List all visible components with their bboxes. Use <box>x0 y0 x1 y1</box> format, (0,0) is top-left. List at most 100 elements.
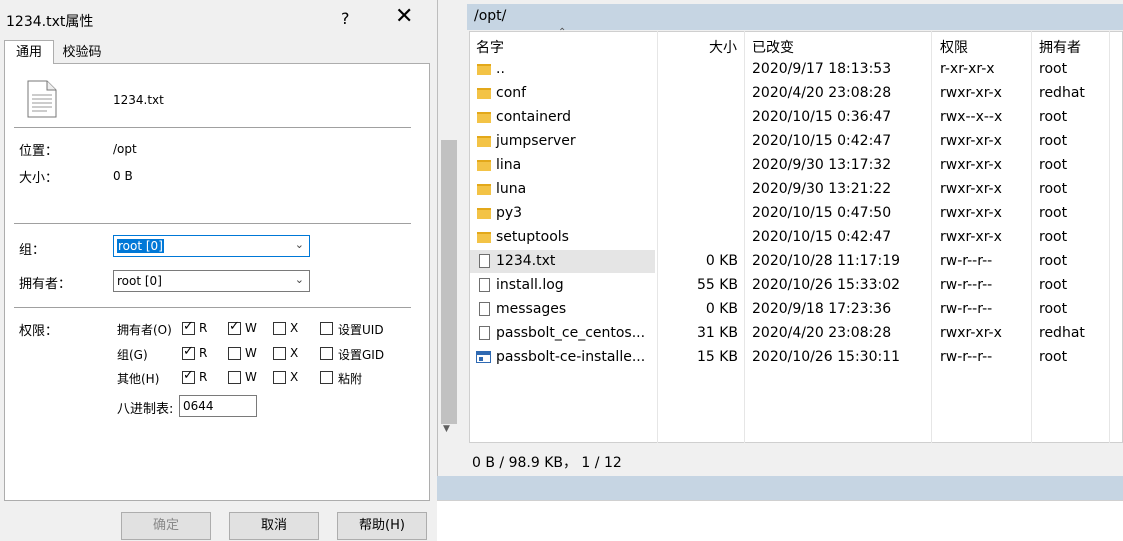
file-permissions-cell: rwxr-xr-x <box>940 85 1002 101</box>
separator <box>14 127 411 128</box>
octal-input[interactable]: 0644 <box>179 395 257 417</box>
perm-owner-special-checkbox[interactable] <box>320 322 333 335</box>
octal-label: 八进制表: <box>117 402 174 417</box>
perm-owner-x-checkbox[interactable] <box>273 322 286 335</box>
perm-w-label: W <box>245 321 257 335</box>
file-owner-cell: root <box>1039 301 1068 317</box>
folder-icon <box>477 160 491 171</box>
perm-row-owner-label: 拥有者(O) <box>117 323 172 337</box>
perm-r-label: R <box>199 346 208 360</box>
scrollbar-thumb[interactable] <box>441 140 457 424</box>
file-permissions-cell: rw-r--r-- <box>940 301 993 317</box>
perm-x-label: X <box>290 370 299 384</box>
file-owner-cell: root <box>1039 205 1068 221</box>
folder-icon <box>477 136 491 147</box>
tab-checksum[interactable]: 校验码 <box>54 43 110 63</box>
file-owner-cell: root <box>1039 61 1068 77</box>
file-size-cell: 0 KB <box>705 253 738 269</box>
perm-row-other-label: 其他(H) <box>117 372 160 386</box>
location-value: /opt <box>113 142 137 156</box>
file-name-cell[interactable]: containerd <box>496 109 571 125</box>
checkmark-icon: ✓ <box>183 368 194 383</box>
file-owner-cell: root <box>1039 253 1068 269</box>
file-changed-cell: 2020/10/26 15:33:02 <box>752 277 901 293</box>
size-label: 大小： <box>19 171 59 186</box>
perm-group-w-checkbox[interactable] <box>228 347 241 360</box>
file-changed-cell: 2020/4/20 23:08:28 <box>752 325 892 341</box>
file-changed-cell: 2020/10/26 15:30:11 <box>752 349 901 365</box>
column-divider <box>744 31 745 443</box>
perm-x-label: X <box>290 321 299 335</box>
column-divider <box>657 31 658 443</box>
scroll-down-icon[interactable]: ▼ <box>443 424 450 434</box>
perm-other-w-checkbox[interactable] <box>228 371 241 384</box>
file-name-cell[interactable]: 1234.txt <box>496 253 555 269</box>
file-owner-cell: root <box>1039 277 1068 293</box>
file-owner-cell: root <box>1039 157 1068 173</box>
text-file-icon <box>479 278 490 292</box>
file-permissions-cell: rw-r--r-- <box>940 277 993 293</box>
column-header-permissions[interactable]: 权限 <box>940 37 968 57</box>
file-permissions-cell: rw-r--r-- <box>940 349 993 365</box>
column-header-changed[interactable]: 已改变 <box>752 37 794 57</box>
owner-select[interactable]: root [0] ⌄ <box>113 270 310 292</box>
sort-ascending-icon: ⌃ <box>558 27 567 38</box>
perm-row-group-label: 组(G) <box>117 348 148 362</box>
owner-label: 拥有者： <box>19 277 72 292</box>
file-name: 1234.txt <box>113 93 164 107</box>
separator <box>14 307 411 308</box>
perm-w-label: W <box>245 370 257 384</box>
perm-other-special-label: 粘附 <box>338 372 363 386</box>
column-divider <box>1031 31 1032 443</box>
perm-other-special-checkbox[interactable] <box>320 371 333 384</box>
file-name-cell[interactable]: passbolt_ce_centos... <box>496 325 645 341</box>
column-header-name[interactable]: 名字 <box>476 37 504 57</box>
perm-group-x-checkbox[interactable] <box>273 347 286 360</box>
help-icon[interactable]: ? <box>341 9 350 28</box>
column-header-owner[interactable]: 拥有者 <box>1039 37 1081 57</box>
perm-r-label: R <box>199 370 208 384</box>
perm-group-r-checkbox[interactable]: ✓ <box>182 345 195 360</box>
group-select-value: root [0] <box>117 239 164 253</box>
perm-owner-r-checkbox[interactable]: ✓ <box>182 320 195 335</box>
file-name-cell[interactable]: setuptools <box>496 229 569 245</box>
file-name-cell[interactable]: luna <box>496 181 526 197</box>
file-name-cell[interactable]: lina <box>496 157 521 173</box>
file-changed-cell: 2020/9/18 17:23:36 <box>752 301 892 317</box>
file-name-cell[interactable]: py3 <box>496 205 522 221</box>
file-icon <box>479 326 490 340</box>
perm-owner-w-checkbox[interactable]: ✓ <box>228 320 241 335</box>
perm-x-label: X <box>290 346 299 360</box>
group-select[interactable]: root [0] ⌄ <box>113 235 310 257</box>
file-changed-cell: 2020/10/15 0:42:47 <box>752 229 892 245</box>
file-name-cell[interactable]: passbolt-ce-installe... <box>496 349 645 365</box>
file-name-cell[interactable]: .. <box>496 61 505 77</box>
current-path[interactable]: /opt/ <box>474 8 506 24</box>
column-header-size[interactable]: 大小 <box>709 37 737 57</box>
file-changed-cell: 2020/4/20 23:08:28 <box>752 85 892 101</box>
file-name-cell[interactable]: install.log <box>496 277 564 293</box>
perm-other-r-checkbox[interactable]: ✓ <box>182 368 195 384</box>
close-icon[interactable]: ✕ <box>395 4 413 29</box>
perm-w-label: W <box>245 346 257 360</box>
file-owner-cell: redhat <box>1039 85 1085 101</box>
column-divider <box>931 31 932 443</box>
help-button[interactable]: 帮助(H) <box>337 512 427 540</box>
dialog-title: 1234.txt属性 <box>6 14 94 30</box>
perm-group-special-checkbox[interactable] <box>320 347 333 360</box>
file-changed-cell: 2020/9/30 13:21:22 <box>752 181 892 197</box>
file-name-cell[interactable]: jumpserver <box>496 133 576 149</box>
ok-button[interactable]: 确定 <box>121 512 211 540</box>
file-name-cell[interactable]: messages <box>496 301 566 317</box>
file-permissions-cell: rwxr-xr-x <box>940 133 1002 149</box>
tab-general[interactable]: 通用 <box>4 40 54 64</box>
file-name-cell[interactable]: conf <box>496 85 526 101</box>
group-label: 组： <box>19 243 46 258</box>
perm-group-special-label: 设置GID <box>338 348 385 362</box>
folder-icon <box>477 208 491 219</box>
cancel-button[interactable]: 取消 <box>229 512 319 540</box>
file-changed-cell: 2020/10/15 0:36:47 <box>752 109 892 125</box>
file-owner-cell: root <box>1039 133 1068 149</box>
parent-dir-icon <box>477 64 491 75</box>
perm-other-x-checkbox[interactable] <box>273 371 286 384</box>
